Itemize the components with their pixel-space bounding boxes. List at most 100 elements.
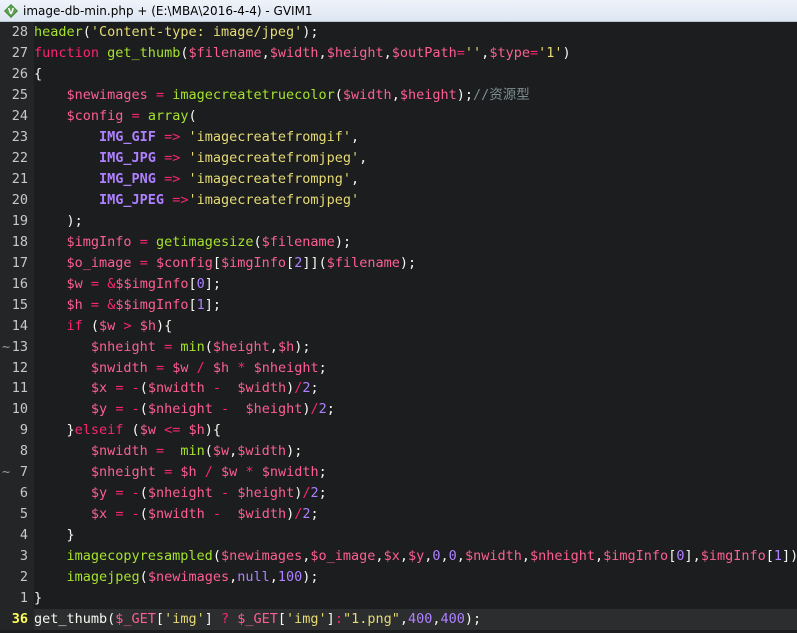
code-line[interactable]: 5 $x = -($nwidth - $width)/2; (0, 504, 797, 526)
code-text[interactable]: ); (34, 211, 83, 232)
code-text[interactable]: $newimages = imagecreatetruecolor($width… (34, 85, 530, 106)
code-line[interactable]: 14 if ($w > $h){ (0, 315, 797, 337)
code-line[interactable]: 23 IMG_GIF => 'imagecreatefromgif', (0, 126, 797, 148)
code-text[interactable]: }elseif ($w <= $h){ (34, 420, 222, 441)
code-text[interactable]: imagecopyresampled($newimages,$o_image,$… (34, 546, 797, 567)
code-line[interactable]: 20 IMG_JPEG =>'imagecreatefromjpeg' (0, 189, 797, 211)
code-text[interactable]: IMG_GIF => 'imagecreatefromgif', (34, 127, 359, 148)
code-text[interactable]: $y = -($nheight - $height)/2; (34, 399, 335, 420)
code-token: ( (212, 548, 221, 565)
line-number: 28 (0, 22, 34, 43)
code-token: $y (90, 485, 108, 502)
code-line[interactable]: 12 $nwidth = $w / $h * $nheight; (0, 357, 797, 379)
code-text[interactable]: { (34, 64, 42, 85)
code-line[interactable]: 1} (0, 588, 797, 610)
code-text[interactable]: $x = -($nwidth - $width)/2; (34, 504, 319, 525)
code-text[interactable]: $imgInfo = getimagesize($filename); (34, 232, 352, 253)
code-token: ]]( (302, 254, 327, 271)
code-text[interactable]: IMG_JPG => 'imagecreatefromjpeg', (34, 148, 367, 169)
code-line[interactable]: 28 header('Content-type: image/jpeg'); (0, 22, 797, 43)
code-token: > (123, 317, 132, 334)
line-number: 7 ~ (0, 462, 34, 484)
code-text[interactable]: IMG_JPEG =>'imagecreatefromjpeg' (34, 190, 359, 211)
code-text[interactable]: $h = &$$imgInfo[1]; (34, 295, 222, 316)
code-line[interactable]: 6 $y = -($nheight - $height)/2; (0, 483, 797, 505)
code-token: $height (326, 44, 384, 61)
code-token: [ (277, 611, 287, 628)
code-text[interactable]: $nheight = min($height,$h); (34, 337, 311, 358)
code-line[interactable]: 21 IMG_PNG => 'imagecreatefrompng', (0, 168, 797, 190)
code-line[interactable]: 8 $nwidth = min($w,$width); (0, 441, 797, 463)
code-line[interactable]: 7 ~ $nheight = $h / $w * $nwidth; (0, 462, 797, 484)
code-token: $filename (326, 254, 400, 271)
current-code-line[interactable]: 36 get_thumb($_GET['img'] ? $_GET['img']:… (0, 609, 797, 631)
window-titlebar[interactable]: V image-db-min.php + (E:\MBA\2016-4-4) -… (0, 0, 797, 22)
code-token: ] (326, 611, 335, 628)
code-text[interactable]: imagejpeg($newimages,null,100); (34, 567, 319, 588)
code-line[interactable]: 17 $o_image = $config[$imgInfo[2]]($file… (0, 252, 797, 274)
code-editor[interactable]: 28 header('Content-type: image/jpeg'); 27 f… (0, 22, 797, 633)
code-token: , (383, 44, 392, 61)
code-line[interactable]: 26{ (0, 63, 797, 85)
code-text[interactable]: if ($w > $h){ (34, 316, 173, 337)
code-token: 'Content-type: image/jpeg' (90, 24, 303, 40)
code-line[interactable]: 11 $x = -($nwidth - $width)/2; (0, 378, 797, 400)
code-text[interactable]: $x = -($nwidth - $width)/2; (34, 378, 319, 399)
code-token: , (375, 548, 384, 565)
code-text[interactable]: header('Content-type: image/jpeg'); (34, 22, 319, 43)
code-token: , (432, 611, 441, 628)
code-line[interactable]: 2 imagejpeg($newimages,null,100); (0, 567, 797, 589)
line-number: 9 (0, 420, 34, 442)
code-token: - (131, 380, 140, 397)
code-token: ); (294, 338, 311, 355)
code-token: ( (139, 485, 148, 502)
code-line[interactable]: 10 $y = -($nheight - $height)/2; (0, 399, 797, 421)
code-token: $x (90, 380, 108, 397)
code-token: = (529, 44, 539, 61)
code-text[interactable]: get_thumb($_GET['img'] ? $_GET['img']:"1… (34, 609, 797, 631)
code-text[interactable]: } (34, 525, 75, 546)
code-line[interactable]: 3 imagecopyresampled($newimages,$o_image… (0, 546, 797, 568)
code-text[interactable]: function get_thumb($filename,$width,$hei… (34, 43, 571, 64)
code-line[interactable]: 27 function get_thumb($filename,$width,$h… (0, 42, 797, 64)
code-text[interactable]: $y = -($nheight - $height)/2; (34, 483, 327, 504)
code-line[interactable]: 18 $imgInfo = getimagesize($filename); (0, 231, 797, 253)
code-text[interactable]: IMG_PNG => 'imagecreatefrompng', (34, 169, 359, 190)
code-text[interactable]: $nwidth = $w / $h * $nheight; (34, 358, 327, 379)
fold-marker: ~ (2, 464, 11, 481)
code-line[interactable]: 13 ~ $nheight = min($height,$h); (0, 336, 797, 358)
code-token: ; (318, 485, 327, 502)
code-text[interactable]: $o_image = $config[$imgInfo[2]]($filenam… (34, 253, 417, 274)
code-text[interactable]: } (34, 588, 42, 609)
code-line[interactable]: 25 $newimages = imagecreatetruecolor($wi… (0, 84, 797, 106)
code-token: ; (326, 401, 335, 418)
code-line[interactable]: 16 $w = &$$imgInfo[0]; (0, 273, 797, 295)
code-line[interactable]: 15 $h = &$$imgInfo[1]; (0, 294, 797, 316)
line-number: 14 (0, 315, 34, 337)
line-number: 36 (0, 609, 34, 631)
code-text[interactable]: $nwidth = min($w,$width); (34, 441, 302, 462)
code-text[interactable]: $config = array( (34, 106, 197, 127)
code-line[interactable]: 4 } (0, 525, 797, 547)
code-token: ( (139, 380, 148, 397)
code-line[interactable]: 19 ); (0, 210, 797, 232)
code-token: , (351, 128, 360, 145)
line-number: 13 ~ (0, 336, 34, 358)
code-line[interactable]: 22 IMG_JPG => 'imagecreatefromjpeg', (0, 147, 797, 169)
code-text[interactable]: $w = &$$imgInfo[0]; (34, 274, 222, 295)
code-token: = (139, 254, 148, 271)
code-line[interactable]: 24 $config = array( (0, 105, 797, 127)
code-line[interactable]: 9 }elseif ($w <= $h){ (0, 420, 797, 442)
code-token: 'imagecreatefromjpeg' (188, 191, 360, 208)
code-text[interactable]: $nheight = $h / $w * $nwidth; (34, 462, 327, 483)
code-token: 0 (432, 548, 441, 565)
code-token: null (237, 569, 270, 586)
code-token: $y (407, 548, 425, 565)
window-title: image-db-min.php + (E:\MBA\2016-4-4) - G… (23, 3, 313, 18)
